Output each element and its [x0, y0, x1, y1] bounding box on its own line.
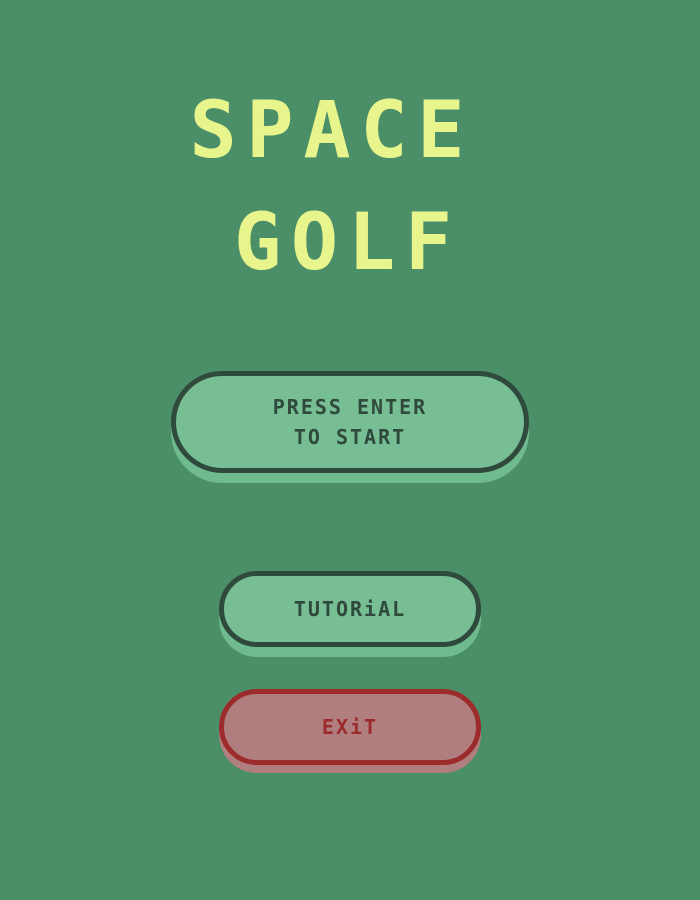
start-button[interactable]: PRESS ENTER TO START [171, 371, 529, 473]
tutorial-button[interactable]: TUTORiAL [219, 571, 481, 647]
start-button-label: PRESS ENTER TO START [272, 395, 428, 449]
exit-button-label: EXiT [321, 715, 379, 739]
game-title-line2: GOLF [234, 198, 462, 288]
exit-button[interactable]: EXiT [219, 689, 481, 765]
game-title-line1: SPACE [189, 86, 475, 176]
tutorial-button-label: TUTORiAL [293, 597, 407, 621]
